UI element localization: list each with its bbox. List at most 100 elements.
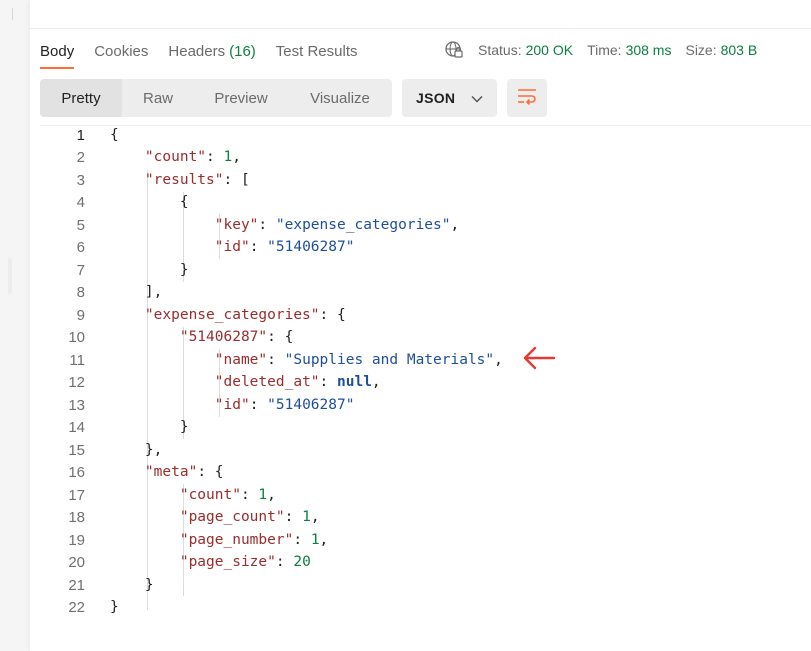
json-key: "results" — [144, 172, 224, 188]
code-text: } — [110, 577, 154, 593]
tab-test-results-label: Test Results — [275, 42, 358, 60]
wrap-lines-button[interactable] — [507, 79, 547, 117]
line-number: 14 — [68, 418, 85, 436]
code-text: }, — [110, 442, 163, 458]
code-line: 15 }, — [40, 439, 800, 461]
json-key: "key" — [214, 217, 259, 233]
code-text: "deleted_at": null, — [214, 374, 381, 390]
wrap-lines-icon — [516, 87, 538, 110]
json-key: "expense_categories" — [144, 307, 320, 323]
code-text: "count": 1, — [179, 487, 276, 503]
line-number: 22 — [68, 598, 85, 616]
code-text: "page_size": 20 — [179, 554, 311, 570]
code-line: 19 "page_number": 1, — [40, 529, 800, 551]
code-line: 3 "results": [ — [40, 169, 800, 191]
view-visualize-button[interactable]: Visualize — [288, 79, 392, 117]
json-key: "page_size" — [179, 554, 276, 570]
size-value: 803 B — [720, 42, 758, 58]
response-status-bar: Status: 200 OK Time: 308 ms Size: 803 B — [444, 38, 757, 62]
line-number: 1 — [76, 126, 85, 144]
line-number: 6 — [76, 238, 85, 256]
code-line: 11 "name": "Supplies and Materials", — [40, 349, 800, 371]
json-number: 1 — [223, 149, 233, 165]
size-label: Size: — [685, 42, 717, 58]
code-line: 8 ], — [40, 281, 800, 303]
tab-cookies-label: Cookies — [94, 42, 149, 60]
code-line: 2 "count": 1, — [40, 146, 800, 168]
line-number: 16 — [68, 463, 85, 481]
code-line: 18 "page_count": 1, — [40, 506, 800, 528]
format-select[interactable]: JSON — [402, 79, 497, 117]
format-selected-value: JSON — [416, 90, 456, 106]
line-number: 17 — [68, 486, 85, 504]
code-text: "key": "expense_categories", — [214, 217, 460, 233]
json-key: "deleted_at" — [214, 374, 320, 390]
code-text: "id": "51406287" — [214, 397, 355, 413]
tab-body-label: Body — [40, 42, 75, 60]
json-key: "id" — [214, 239, 250, 255]
code-text: "meta": { — [144, 464, 224, 480]
line-number: 21 — [68, 576, 85, 594]
time-item[interactable]: Time: 308 ms — [587, 42, 671, 58]
line-number: 20 — [68, 553, 85, 571]
code-text: "page_count": 1, — [179, 509, 320, 525]
json-string: "expense_categories" — [275, 217, 451, 233]
status-item[interactable]: Status: 200 OK — [478, 42, 573, 58]
line-number: 18 — [68, 508, 85, 526]
line-number: 10 — [68, 328, 85, 346]
json-number: 20 — [293, 554, 311, 570]
response-tabs: Body Cookies Headers (16) Test Results — [40, 36, 378, 70]
json-null: null — [337, 374, 372, 390]
json-code-viewer[interactable]: 1 { 2 "count": 1, 3 "results": [ 4 { 5 "… — [40, 124, 811, 624]
code-line: 4 { — [40, 191, 800, 213]
code-text: "51406287": { — [179, 329, 294, 345]
code-line: 17 "count": 1, — [40, 484, 800, 506]
network-globe-lock-icon[interactable] — [444, 40, 464, 60]
json-number: 1 — [302, 509, 311, 525]
tab-headers-label: Headers — [168, 42, 226, 60]
view-preview-button[interactable]: Preview — [194, 79, 288, 117]
json-number: 1 — [310, 532, 320, 548]
code-line: 22 } — [40, 596, 800, 618]
json-key: "51406287" — [179, 329, 268, 345]
line-number: 11 — [69, 351, 85, 369]
size-item[interactable]: Size: 803 B — [685, 42, 757, 58]
line-number: 2 — [76, 148, 85, 166]
json-key: "count" — [144, 149, 207, 165]
view-mode-selector: Pretty Raw Preview Visualize — [40, 79, 392, 117]
code-text: "count": 1, — [144, 149, 241, 165]
tab-headers[interactable]: Headers (16) — [168, 36, 255, 66]
time-label: Time: — [587, 42, 622, 58]
code-text: { — [110, 127, 119, 143]
code-text: "results": [ — [144, 172, 250, 188]
status-label: Status: — [478, 42, 522, 58]
tab-cookies[interactable]: Cookies — [94, 36, 148, 66]
code-text: "id": "51406287" — [214, 239, 355, 255]
annotation-arrow-icon — [521, 346, 557, 370]
side-handle[interactable] — [8, 258, 12, 294]
top-divider — [30, 28, 811, 29]
line-number: 5 — [76, 216, 85, 234]
window-edge-tick — [12, 8, 13, 20]
headers-count-badge: (16) — [229, 42, 256, 60]
code-text: "page_number": 1, — [179, 532, 329, 548]
json-key: "page_count" — [179, 509, 285, 525]
line-number: 7 — [76, 261, 85, 279]
tab-test-results[interactable]: Test Results — [276, 36, 358, 66]
view-raw-button[interactable]: Raw — [122, 79, 194, 117]
code-line: 6 "id": "51406287" — [40, 236, 800, 258]
status-value: 200 OK — [525, 42, 574, 58]
view-pretty-button[interactable]: Pretty — [40, 79, 122, 117]
line-number: 9 — [76, 306, 85, 324]
code-line: 10 "51406287": { — [40, 326, 800, 348]
line-number: 15 — [68, 441, 85, 459]
code-line: 9 "expense_categories": { — [40, 304, 800, 326]
json-key: "meta" — [144, 464, 198, 480]
json-number: 1 — [258, 487, 268, 503]
tab-body[interactable]: Body — [40, 36, 75, 69]
code-text: ], — [110, 284, 163, 300]
json-key: "name" — [214, 352, 268, 368]
line-number: 4 — [76, 193, 85, 211]
chevron-down-icon — [471, 90, 483, 106]
code-line: 14 } — [40, 416, 800, 438]
